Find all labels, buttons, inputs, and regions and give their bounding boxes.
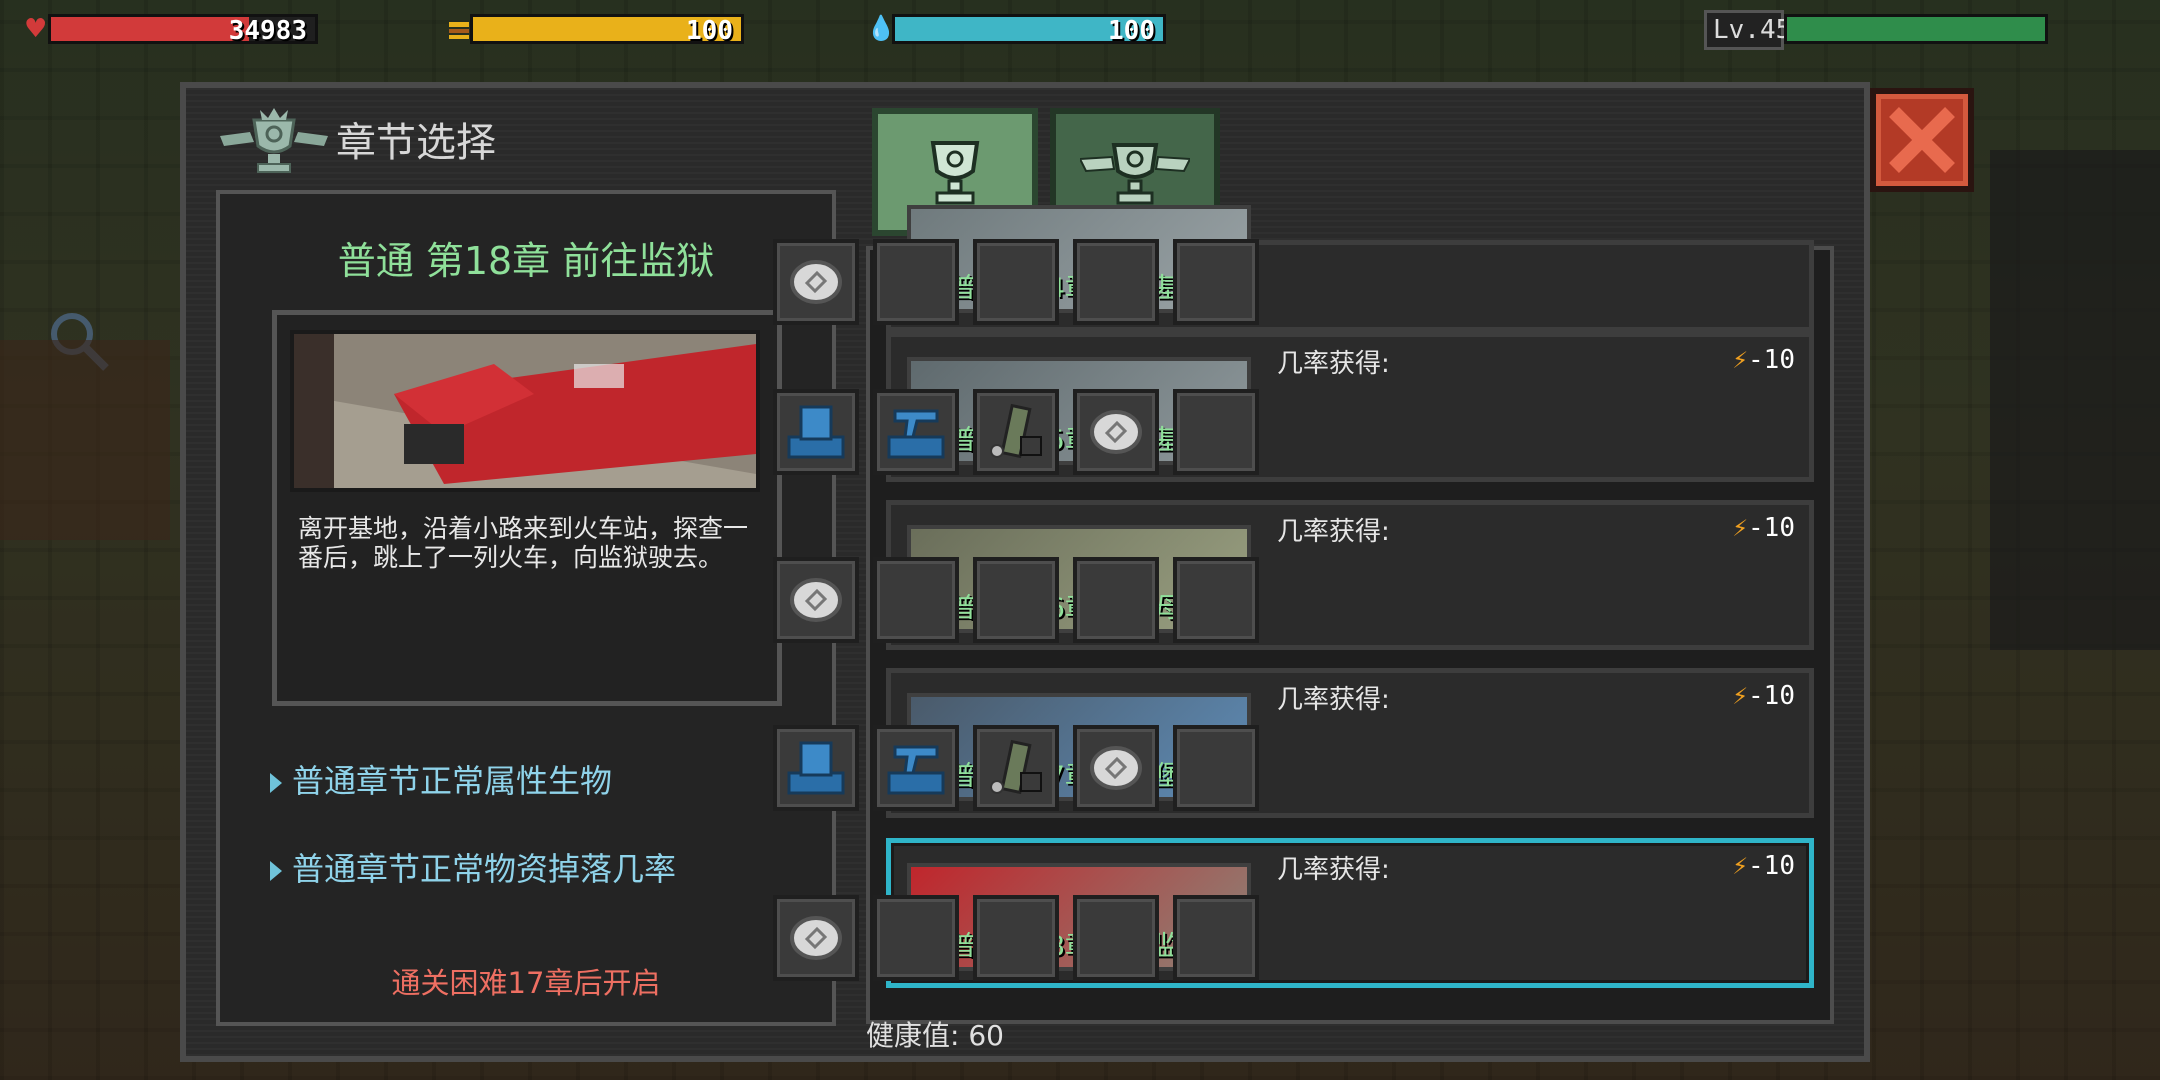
drop-rate-label: 普通章节正常物资掉落几率 (292, 850, 677, 888)
level-bar (1784, 14, 2048, 44)
trophy-icon (930, 141, 980, 205)
winged-trophy-icon (1080, 143, 1190, 205)
energy-cost-value: -10 (1748, 513, 1795, 543)
drop-slot[interactable] (873, 895, 959, 981)
level-fill (1787, 17, 2045, 41)
ammo-icon (990, 739, 1042, 795)
drop-slot[interactable] (1073, 389, 1159, 475)
silver-coin-icon (790, 260, 842, 304)
drop-slot[interactable] (1173, 725, 1259, 811)
drop-slot[interactable] (773, 725, 859, 811)
chapter-description: 离开基地，沿着小路来到火车站，探查一番后，跳上了一列火车，向监狱驶去。 (298, 514, 749, 572)
level-badge: Lv.45 (1704, 10, 1791, 50)
energy-cost: ⚡-10 (1732, 513, 1795, 543)
drop-odds-label: 几率获得: (1277, 685, 1390, 715)
water-bar: 100 (892, 14, 1166, 46)
drop-slot[interactable] (773, 389, 859, 475)
creature-attributes-link[interactable]: 普通章节正常属性生物 (270, 756, 612, 802)
close-button[interactable] (1870, 88, 1974, 192)
drop-slot[interactable] (1173, 557, 1259, 643)
health-fill (51, 17, 249, 41)
gun-case-icon (887, 409, 945, 459)
winged-trophy-icon (220, 106, 328, 178)
energy-cost: ⚡-10 (1732, 345, 1795, 375)
chapter-card[interactable]: 普通第18章 前往监狱几率获得:⚡-10 (773, 838, 1814, 988)
energy-cost-value: -10 (1748, 851, 1795, 881)
drop-slot[interactable] (773, 239, 859, 325)
drop-slot[interactable] (873, 557, 959, 643)
chapter-detail-title: 普通 第18章 前往监狱 (337, 239, 715, 283)
drop-slot[interactable] (773, 557, 859, 643)
silver-coin-icon (1090, 410, 1142, 454)
drop-odds-label: 几率获得: (1277, 517, 1390, 547)
energy-cost-value: -10 (1748, 345, 1795, 375)
lightning-icon: ⚡ (1732, 345, 1749, 375)
drop-slot[interactable] (973, 725, 1059, 811)
unlock-note: 通关困难17章后开启 (391, 966, 661, 1000)
drop-slot[interactable] (1073, 239, 1159, 325)
drop-slot[interactable] (873, 725, 959, 811)
chapter-card[interactable]: 普通第16章 航空母舰几率获得:⚡-10 (773, 500, 1814, 650)
energy-cost: ⚡-10 (1732, 851, 1795, 881)
food-value: 100 (686, 16, 733, 46)
lightning-icon: ⚡ (1732, 513, 1749, 543)
drop-slot[interactable] (1173, 389, 1259, 475)
drop-slot[interactable] (1173, 239, 1259, 325)
chapter-preview-image (290, 330, 760, 492)
health-value-label: 健康值: 60 (866, 1019, 1004, 1052)
energy-cost: ⚡-10 (1732, 681, 1795, 711)
drop-slot[interactable] (1073, 895, 1159, 981)
creature-attributes-label: 普通章节正常属性生物 (292, 762, 613, 800)
health-value: 34983 (228, 16, 307, 46)
drop-odds-label: 几率获得: (1277, 855, 1390, 885)
gun-case-icon (887, 745, 945, 795)
water-value: 100 (1108, 16, 1155, 46)
drop-slot[interactable] (1173, 895, 1259, 981)
food-icon (448, 18, 470, 48)
drop-slot[interactable] (973, 895, 1059, 981)
silver-coin-icon (790, 578, 842, 622)
health-bar: 34983 (48, 14, 318, 46)
heart-icon: ♥ (24, 14, 48, 44)
armor-case-icon (787, 405, 845, 459)
drop-slot[interactable] (873, 389, 959, 475)
silver-coin-icon (790, 916, 842, 960)
level-label: Lv.45 (1713, 15, 1792, 45)
chapter-card[interactable]: 普通第17章 军事堡垒几率获得:⚡-10 (773, 668, 1814, 818)
close-icon (1889, 107, 1955, 173)
drop-slot[interactable] (773, 895, 859, 981)
triangle-right-icon (270, 773, 282, 793)
drop-slot[interactable] (873, 239, 959, 325)
drop-odds-label: 几率获得: (1277, 349, 1390, 379)
chapter-card[interactable]: 普通第15章 踏入基地几率获得:⚡-10 (773, 332, 1814, 482)
silver-coin-icon (1090, 746, 1142, 790)
food-bar: 100 (470, 14, 744, 46)
armor-case-icon (787, 741, 845, 795)
drop-slot[interactable] (1073, 557, 1159, 643)
ammo-icon (990, 403, 1042, 459)
triangle-right-icon (270, 861, 282, 881)
dialog-title: 章节选择 (336, 120, 496, 166)
drop-rate-link[interactable]: 普通章节正常物资掉落几率 (270, 844, 676, 890)
drop-slot[interactable] (973, 557, 1059, 643)
chapter-card[interactable]: 普通第14章 前往基地 (773, 205, 1814, 332)
energy-cost-value: -10 (1748, 681, 1795, 711)
lightning-icon: ⚡ (1732, 681, 1749, 711)
lightning-icon: ⚡ (1732, 851, 1749, 881)
drop-slot[interactable] (973, 239, 1059, 325)
drop-slot[interactable] (1073, 725, 1159, 811)
drop-slot[interactable] (973, 389, 1059, 475)
